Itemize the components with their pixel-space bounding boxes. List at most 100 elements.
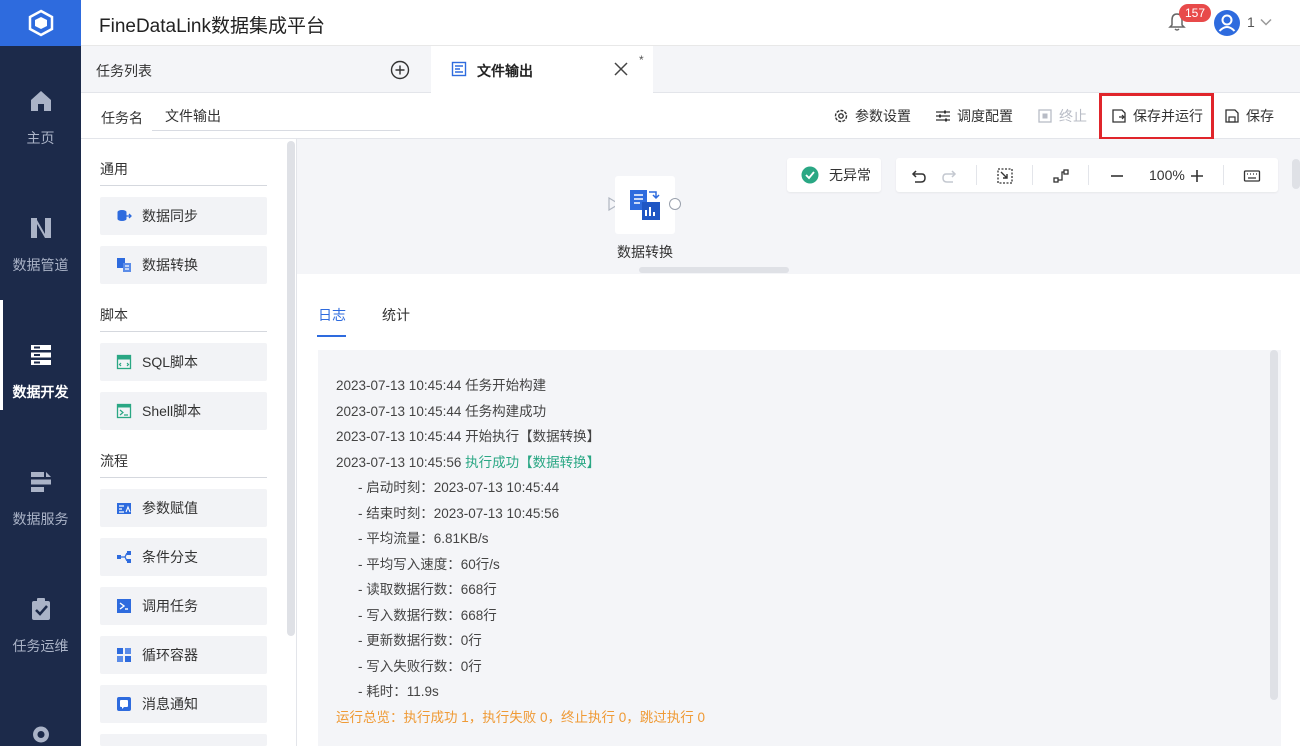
- section-title-flow: 流程: [100, 453, 128, 469]
- task-name-input[interactable]: [152, 101, 400, 131]
- palette-item-data-transform[interactable]: 数据转换: [100, 246, 267, 284]
- fit-view-icon[interactable]: [996, 167, 1014, 185]
- tab-statistics[interactable]: 统计: [382, 305, 410, 325]
- active-tab-indicator: [317, 335, 346, 337]
- pipeline-icon: [30, 218, 51, 238]
- node-data-transform[interactable]: [615, 176, 675, 234]
- node-label: 数据转换: [617, 244, 673, 260]
- gear-icon: [32, 726, 49, 743]
- avatar[interactable]: [1214, 10, 1240, 36]
- log-timestamp: 2023-07-13 10:45:56: [336, 455, 462, 470]
- loop-container-icon: [117, 648, 131, 662]
- ops-icon: [31, 598, 50, 620]
- nav-item-home[interactable]: 主页: [0, 46, 81, 156]
- canvas-controls: 100%: [896, 158, 1278, 192]
- log-line: 2023-07-13 10:45:44 开始执行【数据转换】: [336, 429, 601, 444]
- button-label: 保存: [1246, 108, 1274, 124]
- log-line-success: 2023-07-13 10:45:56 执行成功【数据转换】: [336, 451, 600, 471]
- tab-log[interactable]: 日志: [318, 305, 346, 325]
- add-circle-icon[interactable]: [390, 60, 410, 80]
- zoom-in-icon[interactable]: [1188, 167, 1206, 185]
- canvas-horizontal-scrollbar[interactable]: [639, 267, 789, 273]
- left-nav: 主页 数据管道 数据开发 数据服务 任务运维: [0, 0, 81, 746]
- log-summary: 运行总览：执行成功 1，执行失败 0，终止执行 0，跳过执行 0: [336, 710, 706, 725]
- tab-label: 文件输出: [477, 63, 533, 79]
- log-detail: - 耗时：11.9s: [358, 684, 439, 699]
- sql-script-icon: [116, 354, 132, 370]
- call-task-icon: [117, 599, 131, 613]
- divider: [100, 477, 267, 478]
- nav-label: 数据管道: [12, 257, 69, 273]
- divider: [100, 331, 267, 332]
- palette-item-shell-script[interactable]: Shell脚本: [100, 392, 267, 430]
- check-circle-icon: [801, 166, 819, 184]
- log-detail: - 更新数据行数：0行: [358, 633, 482, 648]
- palette-scrollbar[interactable]: [287, 141, 295, 636]
- nav-label: 数据开发: [12, 384, 69, 400]
- log-detail: - 写入数据行数：668行: [358, 608, 497, 623]
- log-scrollbar[interactable]: [1270, 350, 1278, 700]
- app-logo[interactable]: [0, 0, 81, 46]
- palette-item-label: 数据转换: [142, 257, 198, 273]
- dev-icon: [30, 345, 51, 365]
- nav-item-ops[interactable]: 任务运维: [0, 554, 81, 664]
- zoom-level: 100%: [1149, 167, 1185, 183]
- palette-item-data-sync[interactable]: 数据同步: [100, 197, 267, 235]
- separator: [1088, 165, 1089, 185]
- palette-item-label: 消息通知: [142, 696, 198, 712]
- user-name[interactable]: 1: [1247, 14, 1255, 30]
- log-line: 2023-07-13 10:45:44 任务构建成功: [336, 404, 547, 419]
- nav-item-pipeline[interactable]: 数据管道: [0, 173, 81, 283]
- stop-button[interactable]: 终止: [1037, 93, 1087, 139]
- params-settings-button[interactable]: 参数设置: [833, 93, 911, 139]
- data-transform-icon: [117, 258, 131, 272]
- palette-item-param-assign[interactable]: 参数赋值: [100, 489, 267, 527]
- modified-indicator: *: [639, 53, 644, 67]
- palette-item-sql-script[interactable]: SQL脚本: [100, 343, 267, 381]
- tab-file-output[interactable]: 文件输出 *: [431, 46, 653, 93]
- log-success-text: 执行成功【数据转换】: [465, 455, 601, 470]
- log-detail: - 平均流量：6.81KB/s: [358, 531, 489, 546]
- schedule-config-button[interactable]: 调度配置: [935, 93, 1013, 139]
- nav-item-settings[interactable]: [0, 681, 81, 746]
- palette-item-message-notify[interactable]: 消息通知: [100, 685, 267, 723]
- button-label: 参数设置: [855, 108, 911, 124]
- zoom-out-icon[interactable]: [1108, 167, 1126, 185]
- branch-icon: [117, 551, 131, 563]
- tab-task-list[interactable]: 任务列表: [81, 46, 431, 93]
- nav-label: 任务运维: [12, 638, 69, 654]
- param-assign-icon: [117, 503, 131, 514]
- section-title-general: 通用: [100, 161, 128, 177]
- design-canvas[interactable]: 无异常 100% 数据转换: [297, 139, 1300, 290]
- save-button[interactable]: 保存: [1224, 93, 1274, 139]
- close-icon[interactable]: [613, 61, 629, 77]
- palette-item-more[interactable]: [100, 734, 267, 746]
- undo-icon[interactable]: [909, 167, 927, 185]
- canvas-vertical-scrollbar[interactable]: [1292, 159, 1300, 189]
- separator: [976, 165, 977, 185]
- app-title: FineDataLink数据集成平台: [99, 16, 325, 37]
- highlight-box: [1099, 93, 1214, 140]
- tab-label: 任务列表: [96, 63, 152, 79]
- gear-icon: [834, 109, 848, 123]
- data-sync-icon: [117, 210, 132, 221]
- palette-item-call-task[interactable]: 调用任务: [100, 587, 267, 625]
- log-detail: - 结束时刻：2023-07-13 10:45:56: [358, 506, 560, 521]
- keyboard-icon[interactable]: [1243, 167, 1261, 185]
- auto-layout-icon[interactable]: [1052, 167, 1070, 185]
- nav-item-dev[interactable]: 数据开发: [0, 300, 81, 410]
- palette-item-loop-container[interactable]: 循环容器: [100, 636, 267, 674]
- nav-item-service[interactable]: 数据服务: [0, 427, 81, 537]
- nav-label: 数据服务: [12, 511, 69, 527]
- log-detail: - 平均写入速度：60行/s: [358, 557, 500, 572]
- log-line: 2023-07-13 10:45:44 任务开始构建: [336, 378, 547, 393]
- node-output-port[interactable]: [669, 198, 681, 210]
- log-content: 2023-07-13 10:45:44 任务开始构建 2023-07-13 10…: [318, 350, 1281, 746]
- palette-item-condition-branch[interactable]: 条件分支: [100, 538, 267, 576]
- logo-icon: [28, 9, 53, 37]
- redo-icon[interactable]: [941, 167, 959, 185]
- data-transform-icon: [630, 190, 660, 220]
- divider: [100, 185, 267, 186]
- chevron-down-icon[interactable]: [1258, 14, 1274, 30]
- nav-label: 主页: [26, 130, 55, 146]
